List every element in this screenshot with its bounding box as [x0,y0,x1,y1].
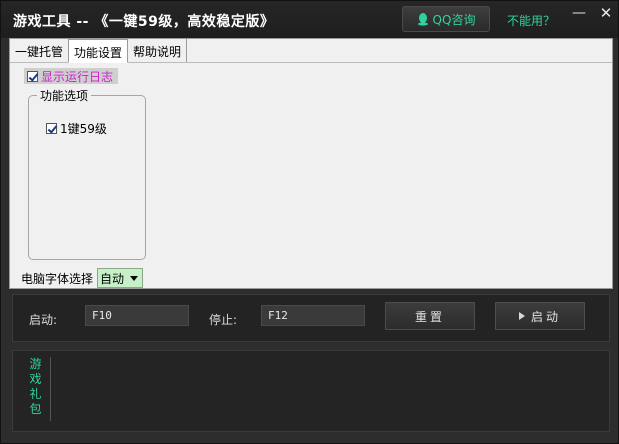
font-select-dropdown[interactable]: 自动 [97,268,144,288]
play-icon [518,312,525,320]
feature-options-group: 功能选项 1键59级 [28,87,146,260]
gift-char: 包 [29,402,42,416]
tab-auto-hosting[interactable]: 一键托管 [10,39,68,62]
tab-help[interactable]: 帮助说明 [128,39,188,62]
show-log-label: 显示运行日志 [41,69,114,84]
show-log-checkbox[interactable]: 显示运行日志 [24,68,119,84]
window-title: 游戏工具 -- 《一键59级，高效稳定版》 [13,14,275,30]
start-key-label: 启动: [29,313,58,327]
start-hotkey-input[interactable]: F10 [85,305,189,326]
control-bar: 启动: F10 停止: F12 重置 启动 [12,294,610,342]
font-select-value: 自动 [100,271,125,286]
gift-char: 游 [29,357,42,371]
checkbox-checked-icon [46,123,57,134]
stop-hotkey-input[interactable]: F12 [261,305,365,326]
qq-penguin-icon [417,13,428,26]
font-select-label: 电脑字体选择 [21,271,94,286]
tab-feature-settings[interactable]: 功能设置 [68,39,129,63]
checkbox-checked-icon [27,70,38,82]
reset-button-label: 重置 [414,309,445,324]
one-key-59-label: 1键59级 [60,122,107,136]
tab-bar: 一键托管 功能设置 帮助说明 [10,39,612,63]
font-select-row: 电脑字体选择 自动 [21,268,144,288]
feature-settings-page: 显示运行日志 功能选项 1键59级 电脑字体选择 自动 [10,63,612,288]
gift-area: 游 戏 礼 包 [12,350,610,432]
start-button[interactable]: 启动 [495,302,585,330]
close-button[interactable]: ✕ [597,5,615,21]
reset-button[interactable]: 重置 [385,302,475,330]
app-window: 游戏工具 -- 《一键59级，高效稳定版》 QQ咨询 不能用？ — ✕ 一键托管… [0,0,619,444]
gift-char: 礼 [29,387,42,401]
title-bar[interactable]: 游戏工具 -- 《一键59级，高效稳定版》 QQ咨询 不能用？ — ✕ [1,1,618,38]
qq-consult-button[interactable]: QQ咨询 [402,6,490,32]
start-button-label: 启动 [530,309,561,324]
chevron-down-icon [130,276,139,281]
stop-key-label: 停止: [209,313,238,327]
minimize-button[interactable]: — [570,5,588,21]
gift-char: 戏 [29,372,42,386]
group-title: 功能选项 [37,87,92,104]
game-gift-tab[interactable]: 游 戏 礼 包 [21,357,51,421]
qq-consult-label: QQ咨询 [432,12,476,27]
settings-panel: 一键托管 功能设置 帮助说明 显示运行日志 功能选项 1键59级 电脑字体选择 … [9,38,613,289]
not-working-link[interactable]: 不能用？ [507,12,555,29]
one-key-59-checkbox[interactable]: 1键59级 [46,120,107,137]
